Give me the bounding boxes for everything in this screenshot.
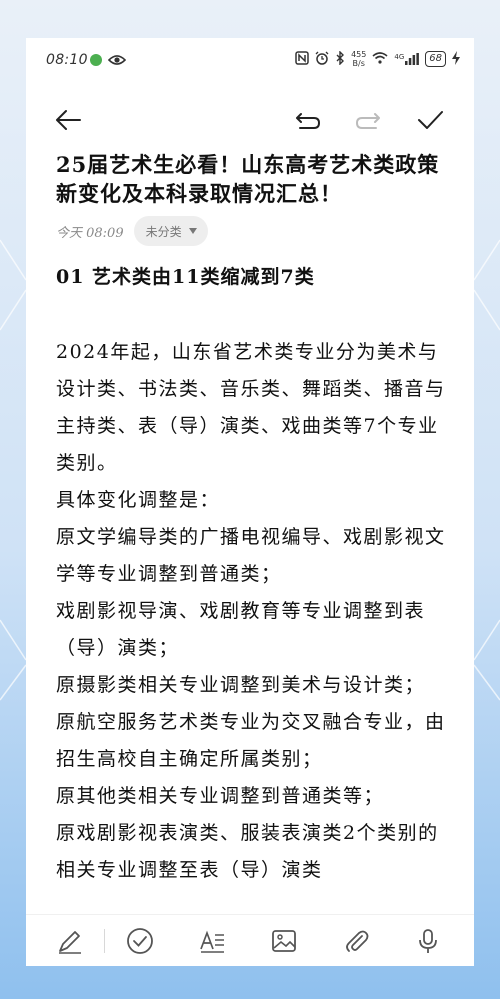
attachment-icon	[346, 930, 369, 952]
status-icons: 455 B/s 4G 68	[295, 49, 460, 68]
paragraph: 具体变化调整是：	[56, 489, 221, 511]
undo-button[interactable]	[292, 104, 324, 136]
editor-toolbar	[26, 100, 474, 140]
cell-type-label: 4G	[394, 53, 405, 61]
back-arrow-icon	[56, 110, 81, 130]
note-body[interactable]: 2024年起，山东省艺术类专业分为美术与设计类、书法类、音乐类、舞蹈类、播音与主…	[56, 334, 452, 889]
note-meta: 今天 08:09 未分类	[56, 216, 208, 246]
note-date: 今天 08:09	[56, 225, 124, 241]
phone-screen: 08:10 455 B/s 4G 68 25届艺术生必看！山东高考艺术类政策新变…	[26, 38, 474, 966]
network-speed-unit: B/s	[352, 59, 365, 68]
bluetooth-icon	[335, 49, 345, 68]
check-icon	[418, 111, 443, 129]
category-label: 未分类	[145, 224, 182, 239]
paragraph: 原其他类相关专业调整到普通类等；	[56, 785, 385, 807]
alarm-icon	[315, 51, 329, 68]
network-speed-value: 455	[351, 50, 367, 59]
charging-icon	[452, 50, 460, 68]
paragraph: 原戏剧影视表演类、服装表演类2个类别的相关专业调整至表（导）演类	[56, 822, 439, 881]
dropdown-triangle-icon	[188, 228, 197, 234]
back-button[interactable]	[52, 104, 84, 136]
bottom-toolbar	[26, 914, 474, 966]
paragraph: 原航空服务艺术类专业为交叉融合专业，由招生高校自主确定所属类别；	[56, 711, 446, 770]
done-button[interactable]	[414, 104, 446, 136]
handwriting-button[interactable]	[52, 923, 88, 959]
text-format-button[interactable]	[194, 923, 230, 959]
paragraph: 戏剧影视导演、戏剧教育等专业调整到表（导）演类；	[56, 600, 426, 659]
paragraph: 原摄影类相关专业调整到美术与设计类；	[56, 674, 426, 696]
paragraph: 2024年起，山东省艺术类专业分为美术与设计类、书法类、音乐类、舞蹈类、播音与主…	[56, 341, 446, 474]
toolbar-divider	[104, 929, 105, 953]
paragraph: 原文学编导类的广播电视编导、戏剧影视文学等专业调整到普通类；	[56, 526, 446, 585]
network-speed: 455 B/s	[351, 50, 366, 68]
text-format-icon	[200, 930, 224, 953]
pen-icon	[59, 931, 81, 954]
redo-icon	[356, 113, 380, 129]
nfc-icon	[295, 50, 309, 68]
cell-signal-icon: 4G	[394, 53, 420, 65]
app-badge-icon	[90, 54, 102, 66]
eye-icon	[107, 52, 127, 71]
note-title[interactable]: 25届艺术生必看！山东高考艺术类政策新变化及本科录取情况汇总！	[56, 150, 456, 208]
checklist-icon	[127, 928, 153, 954]
checklist-button[interactable]	[122, 923, 158, 959]
battery-indicator: 68	[425, 51, 446, 67]
insert-image-button[interactable]	[266, 923, 302, 959]
image-icon	[272, 930, 296, 952]
scroll-fade	[26, 884, 474, 914]
category-dropdown[interactable]: 未分类	[133, 216, 208, 246]
redo-button[interactable]	[352, 104, 384, 136]
section-heading[interactable]: 01 艺术类由11类缩减到7类	[56, 262, 315, 289]
wifi-icon	[372, 51, 388, 67]
status-bar: 08:10 455 B/s 4G 68	[26, 38, 474, 84]
undo-icon	[296, 113, 320, 129]
microphone-icon	[419, 929, 437, 953]
status-time: 08:10	[46, 52, 88, 68]
voice-input-button[interactable]	[410, 923, 446, 959]
attachment-button[interactable]	[338, 923, 374, 959]
